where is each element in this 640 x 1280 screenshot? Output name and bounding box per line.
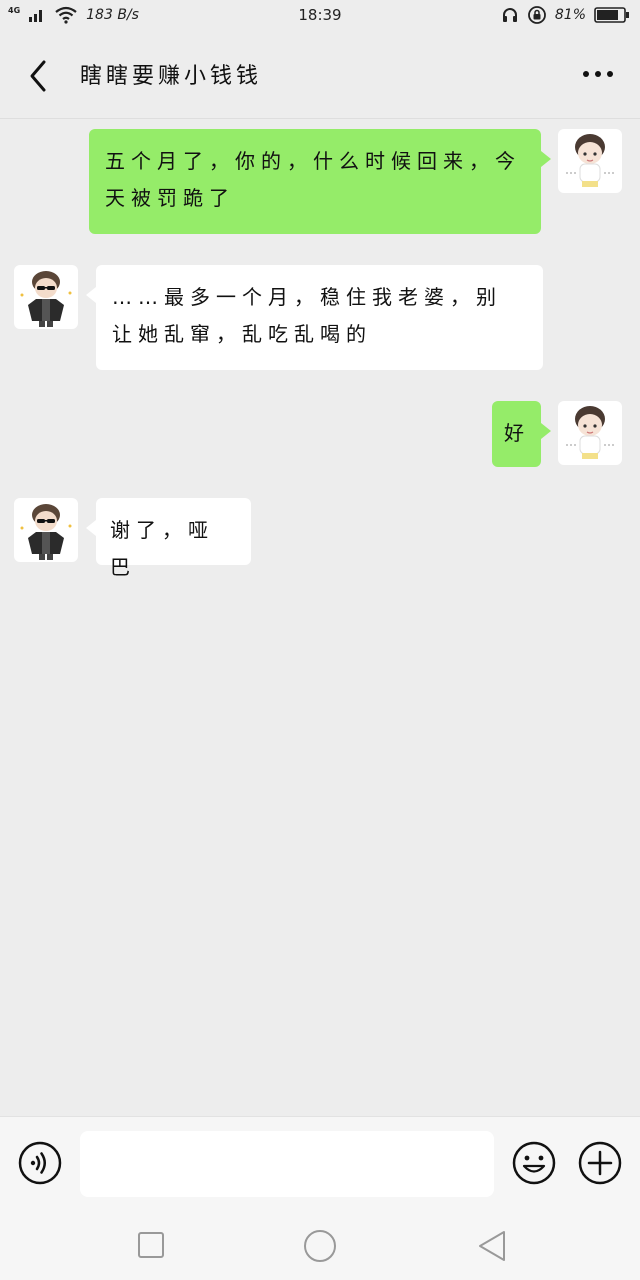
avatar-self[interactable] [558, 129, 622, 193]
input-bar [0, 1116, 640, 1209]
chat-title: 瞎瞎要赚小钱钱 [80, 64, 263, 89]
voice-button[interactable] [18, 1141, 62, 1185]
nav-back-button[interactable] [474, 1228, 510, 1264]
message-bubble-incoming[interactable]: 谢了，哑巴 [86, 498, 251, 579]
chevron-left-icon [30, 60, 46, 92]
nav-back-icon [479, 1231, 505, 1261]
system-nav-bar [0, 1208, 640, 1280]
avatar-image [20, 271, 72, 327]
more-dots-icon [583, 71, 613, 77]
headphones-icon [502, 8, 517, 22]
emoji-button[interactable] [512, 1141, 556, 1185]
status-right: 81% [501, 5, 630, 25]
avatar-image [566, 406, 614, 459]
home-icon [304, 1230, 336, 1262]
recent-apps-icon [138, 1232, 164, 1258]
rotation-lock-icon [527, 6, 546, 24]
more-button[interactable] [578, 62, 618, 86]
message-bubble-incoming[interactable]: ……最多一个月，稳住我老婆，别让她乱窜，乱吃乱喝的 [86, 265, 543, 370]
avatar-contact[interactable] [14, 265, 78, 329]
message-bubble-outgoing[interactable]: 好 [492, 401, 551, 467]
status-bar: 4G 183 B/s 18:39 81% [0, 0, 640, 32]
message-bubble-outgoing[interactable]: 五个月了，你的，什么时候回来，今天被罚跪了 [89, 129, 551, 234]
back-button[interactable] [22, 56, 58, 96]
avatar-contact[interactable] [14, 498, 78, 562]
voice-icon [18, 1141, 62, 1185]
avatar-image [566, 134, 614, 187]
recent-apps-button[interactable] [136, 1230, 166, 1260]
battery-icon [594, 7, 629, 23]
plus-button[interactable] [578, 1141, 622, 1185]
chat-screen: 4G 183 B/s 18:39 81% 瞎瞎要赚小钱钱 五个月了，你的，什么时… [0, 0, 640, 1280]
plus-icon [578, 1141, 622, 1185]
battery-percent: 81% [554, 7, 586, 23]
emoji-icon [512, 1141, 556, 1185]
avatar-self[interactable] [558, 401, 622, 465]
message-input[interactable] [80, 1131, 494, 1197]
home-button[interactable] [302, 1228, 338, 1264]
avatar-image [20, 504, 72, 560]
chat-header: 瞎瞎要赚小钱钱 [0, 32, 640, 119]
